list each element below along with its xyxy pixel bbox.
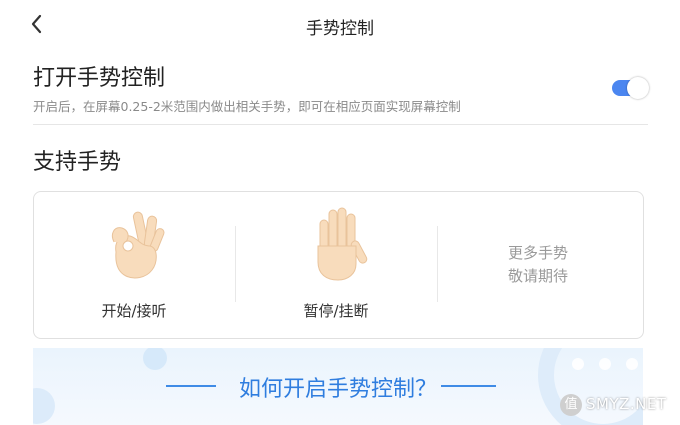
raised-palm-icon bbox=[308, 206, 368, 282]
decoration bbox=[599, 358, 611, 370]
watermark-logo: 值 bbox=[560, 394, 582, 416]
gesture-control-description: 开启后，在屏幕0.25-2米范围内做出相关手势，即可在相应页面实现屏幕控制 bbox=[33, 99, 461, 114]
ok-hand-icon bbox=[106, 206, 166, 282]
gestures-card: 开始/接听 暂停/挂断 更多手势 敬请期待 bbox=[33, 191, 644, 339]
banner-title: 如何开启手势控制？ bbox=[238, 377, 437, 402]
how-to-banner[interactable]: 如何开启手势控制？ bbox=[33, 348, 643, 425]
supported-gestures-title: 支持手势 bbox=[33, 150, 122, 175]
page-title: 手势控制 bbox=[306, 19, 374, 39]
gesture-control-title: 打开手势控制 bbox=[33, 66, 166, 91]
top-bar: 手势控制 bbox=[0, 0, 680, 52]
more-gestures-note: 更多手势 敬请期待 bbox=[438, 242, 638, 288]
toggle-knob bbox=[627, 77, 649, 99]
gesture-label: 暂停/挂断 bbox=[303, 302, 369, 320]
more-gestures-line: 更多手势 bbox=[507, 244, 568, 262]
gesture-start-answer: 开始/接听 bbox=[34, 192, 234, 338]
gesture-label: 开始/接听 bbox=[101, 302, 167, 320]
gesture-pause-hangup: 暂停/挂断 bbox=[236, 192, 436, 338]
watermark-text: SMYZ.NET bbox=[586, 395, 667, 413]
decoration bbox=[626, 358, 638, 370]
decoration bbox=[572, 358, 584, 370]
divider bbox=[33, 124, 648, 125]
decoration bbox=[143, 348, 167, 370]
stay-tuned-line: 敬请期待 bbox=[507, 267, 568, 285]
gesture-control-toggle[interactable] bbox=[612, 77, 649, 99]
